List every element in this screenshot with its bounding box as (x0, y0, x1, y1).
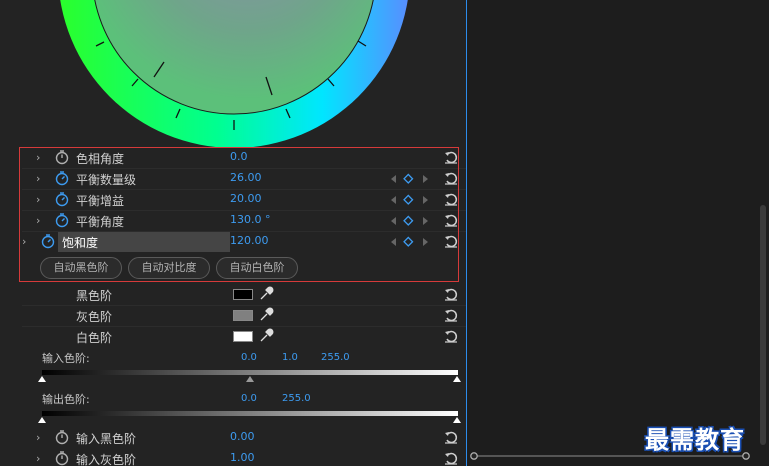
stopwatch-icon[interactable] (54, 149, 70, 165)
reset-icon[interactable] (443, 212, 459, 228)
keyframe-navigator[interactable] (390, 236, 430, 248)
param-value[interactable]: 120.00 (230, 234, 269, 247)
chevron-right-icon[interactable]: › (36, 193, 44, 206)
param-row-input-gray[interactable]: › 输入灰色阶 1.00 (22, 449, 466, 466)
swatch-row-white[interactable]: 白色阶 (22, 327, 466, 347)
auto-black-level-button[interactable]: 自动黑色阶 (40, 257, 122, 279)
param-value[interactable]: 130.0 ° (230, 213, 271, 226)
input-black-slider[interactable] (38, 376, 46, 382)
input-levels-gradient (42, 370, 458, 375)
reset-icon[interactable] (443, 149, 459, 165)
reset-icon[interactable] (443, 328, 459, 344)
stopwatch-icon[interactable] (54, 191, 70, 207)
input-white-value[interactable]: 255.0 (321, 352, 350, 363)
param-row-balance-gain[interactable]: › 平衡增益 20.00 (22, 190, 466, 210)
output-black-slider[interactable] (38, 417, 46, 423)
chevron-right-icon[interactable]: › (36, 431, 44, 444)
output-levels-gradient (42, 411, 458, 416)
auto-white-level-button[interactable]: 自动白色阶 (216, 257, 298, 279)
input-black-value[interactable]: 0.0 (241, 352, 257, 363)
swatch-label: 黑色阶 (76, 289, 113, 303)
reset-icon[interactable] (443, 450, 459, 466)
reset-icon[interactable] (443, 286, 459, 302)
param-value[interactable]: 26.00 (230, 171, 262, 184)
param-value[interactable]: 1.00 (230, 451, 255, 464)
keyframe-navigator[interactable] (390, 215, 430, 227)
reset-icon[interactable] (443, 233, 459, 249)
reset-icon[interactable] (443, 191, 459, 207)
eyedropper-icon[interactable] (258, 307, 274, 323)
vertical-scrollbar[interactable] (760, 205, 766, 445)
input-gamma-slider[interactable] (246, 376, 254, 382)
watermark-logo: 最需教育 (645, 426, 745, 454)
param-label: 平衡角度 (76, 215, 125, 229)
color-swatch[interactable] (233, 310, 253, 321)
output-white-slider[interactable] (453, 417, 461, 423)
input-gamma-value[interactable]: 1.0 (282, 352, 298, 363)
keyframe-navigator[interactable] (390, 194, 430, 206)
output-white-value[interactable]: 255.0 (282, 393, 311, 404)
param-label: 平衡数量级 (76, 173, 137, 187)
param-label: 饱和度 (62, 236, 99, 250)
chevron-right-icon[interactable]: › (36, 214, 44, 227)
color-swatch[interactable] (233, 289, 253, 300)
color-swatch[interactable] (233, 331, 253, 342)
reset-icon[interactable] (443, 429, 459, 445)
eyedropper-icon[interactable] (258, 286, 274, 302)
param-label: 平衡增益 (76, 194, 125, 208)
effect-controls-panel: › 色相角度 0.0 › 平衡数量级 26.00 › 平衡增益 20.00 › … (0, 0, 466, 466)
param-row-balance-magnitude[interactable]: › 平衡数量级 26.00 (22, 169, 466, 189)
param-label: 输入黑色阶 (76, 432, 137, 446)
swatch-row-gray[interactable]: 灰色阶 (22, 306, 466, 326)
param-row-saturation[interactable]: › 饱和度 120.00 (0, 232, 466, 252)
stopwatch-icon[interactable] (40, 233, 56, 249)
stopwatch-icon[interactable] (54, 212, 70, 228)
playhead[interactable] (466, 0, 467, 466)
stopwatch-icon[interactable] (54, 170, 70, 186)
param-value[interactable]: 0.00 (230, 430, 255, 443)
timeline-area[interactable] (466, 0, 769, 466)
stopwatch-icon[interactable] (54, 450, 70, 466)
param-row-hue-angle[interactable]: › 色相角度 0.0 (22, 148, 466, 168)
stopwatch-icon[interactable] (54, 429, 70, 445)
input-levels-label: 输入色阶: (42, 352, 90, 365)
color-wheel[interactable] (58, 0, 410, 148)
param-value[interactable]: 0.0 (230, 150, 248, 163)
output-black-value[interactable]: 0.0 (241, 393, 257, 404)
chevron-right-icon[interactable]: › (36, 452, 44, 465)
param-value[interactable]: 20.00 (230, 192, 262, 205)
param-label: 色相角度 (76, 152, 125, 166)
input-white-slider[interactable] (453, 376, 461, 382)
swatch-label: 白色阶 (76, 331, 113, 345)
reset-icon[interactable] (443, 307, 459, 323)
swatch-label: 灰色阶 (76, 310, 113, 324)
auto-contrast-button[interactable]: 自动对比度 (128, 257, 210, 279)
output-levels-label: 输出色阶: (42, 393, 90, 406)
chevron-right-icon[interactable]: › (22, 235, 30, 248)
param-row-input-black[interactable]: › 输入黑色阶 0.00 (22, 428, 466, 448)
param-label: 输入灰色阶 (76, 453, 137, 466)
keyframe-navigator[interactable] (390, 173, 430, 185)
chevron-right-icon[interactable]: › (36, 172, 44, 185)
reset-icon[interactable] (443, 170, 459, 186)
eyedropper-icon[interactable] (258, 328, 274, 344)
param-row-balance-angle[interactable]: › 平衡角度 130.0 ° (22, 211, 466, 231)
chevron-right-icon[interactable]: › (36, 151, 44, 164)
swatch-row-black[interactable]: 黑色阶 (22, 285, 466, 305)
